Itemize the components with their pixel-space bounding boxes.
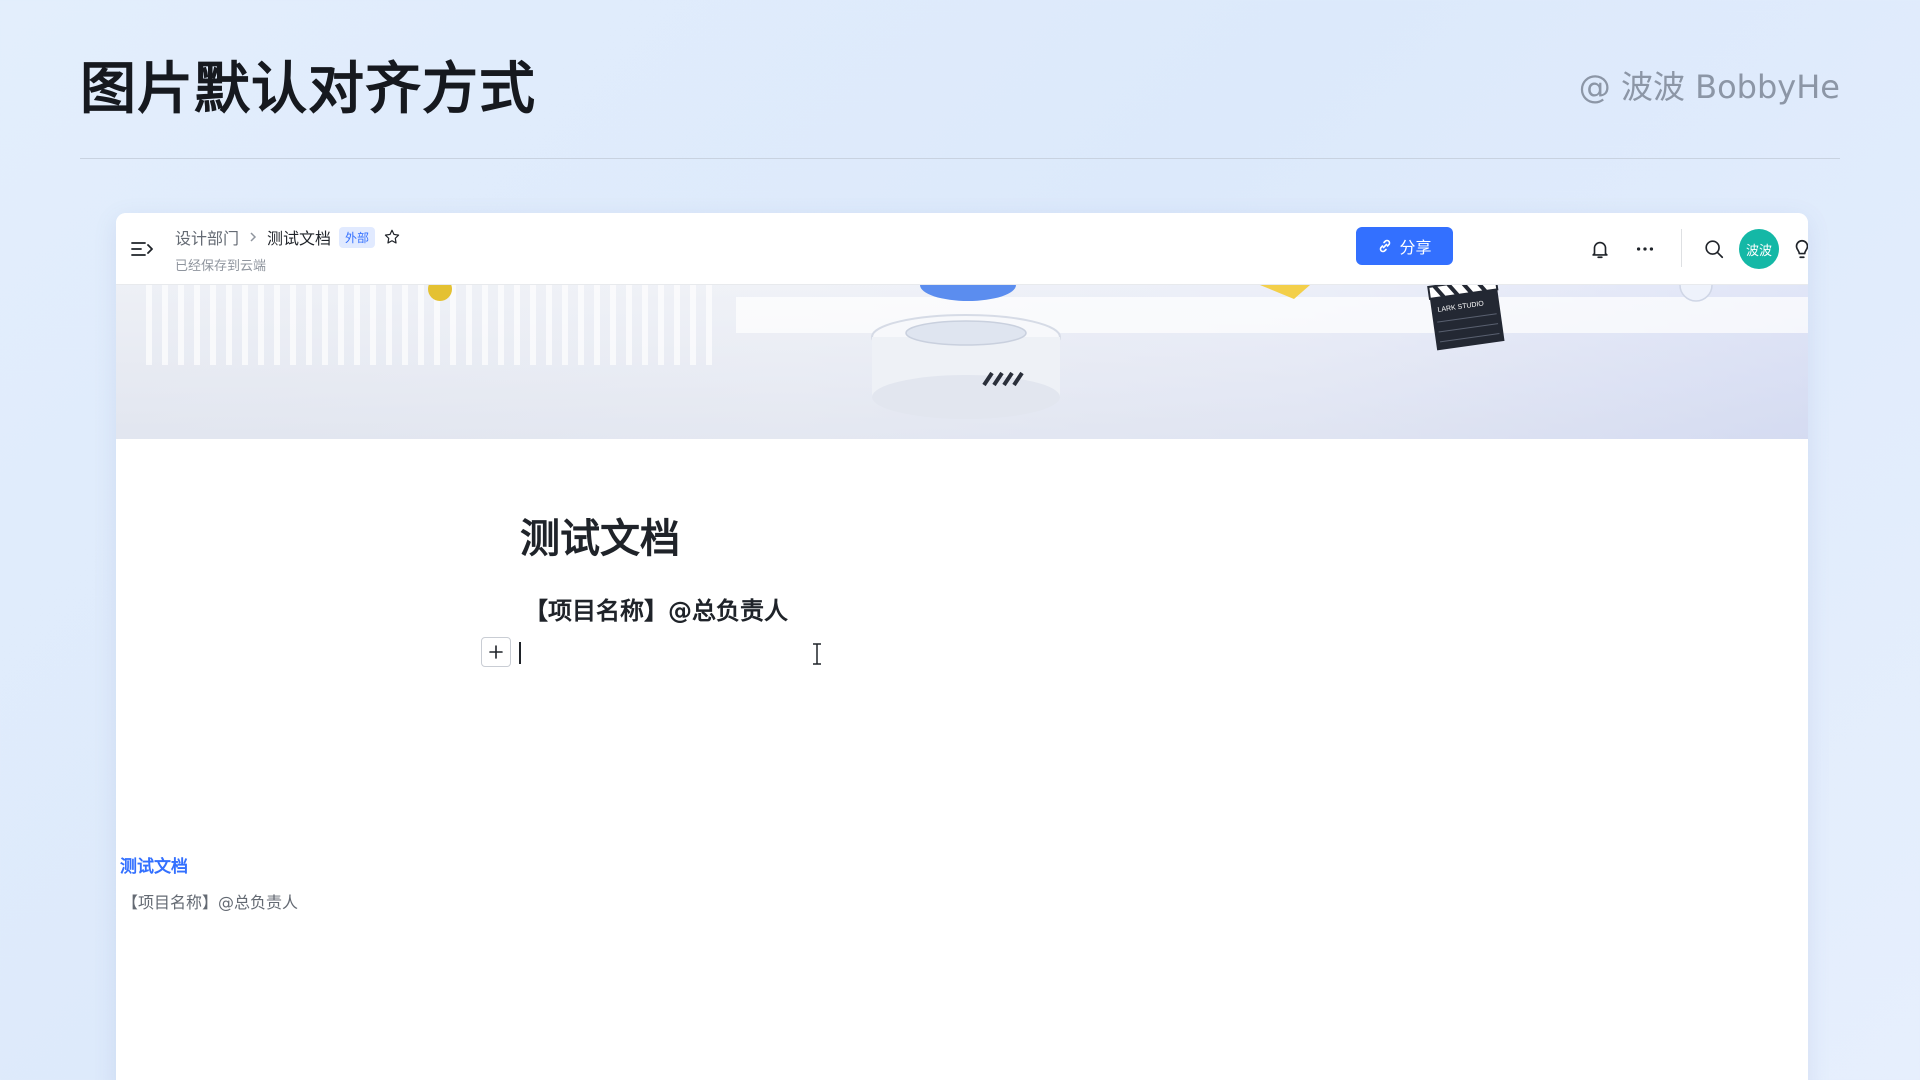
star-icon[interactable] xyxy=(383,228,401,246)
breadcrumb: 设计部门 测试文档 外部 xyxy=(175,225,401,249)
cover-banner: LARK STUDIO xyxy=(116,285,1808,439)
glass-podium xyxy=(871,314,1061,419)
doc-title[interactable]: 测试文档 xyxy=(520,506,680,564)
menu-icon xyxy=(131,242,153,256)
cover-image: LARK STUDIO xyxy=(116,285,1808,439)
preview-title[interactable]: 测试文档 xyxy=(120,852,188,877)
tips-button[interactable] xyxy=(1788,235,1808,263)
avatar[interactable]: 波波 xyxy=(1739,229,1779,269)
text-cursor-icon xyxy=(813,643,821,665)
text-caret xyxy=(519,642,521,664)
slide-divider xyxy=(80,158,1840,159)
breadcrumb-current[interactable]: 测试文档 xyxy=(267,225,331,249)
chevron-right-icon xyxy=(250,232,257,242)
bell-icon xyxy=(1592,241,1608,259)
lightbulb-icon xyxy=(1795,240,1808,259)
link-icon xyxy=(1380,239,1391,253)
clapperboard: LARK STUDIO xyxy=(1427,285,1505,351)
slide-title: 图片默认对齐方式 xyxy=(80,57,536,122)
share-button[interactable]: 分享 xyxy=(1356,227,1453,265)
preview-line: 【项目名称】@总负责人 xyxy=(122,893,299,912)
share-label: 分享 xyxy=(1399,238,1432,257)
slide-credit: @ 波波 BobbyHe xyxy=(1578,68,1840,106)
more-icon xyxy=(1636,247,1654,251)
doc-window: 设计部门 测试文档 外部 已经保存到云端 分享 波波 LARK STUDIO 测… xyxy=(116,213,1808,1080)
add-block-icon xyxy=(489,645,503,659)
add-block-button[interactable] xyxy=(481,637,511,667)
search-button[interactable] xyxy=(1700,235,1728,263)
more-button[interactable] xyxy=(1631,235,1659,263)
breadcrumb-parent[interactable]: 设计部门 xyxy=(175,225,239,249)
save-status: 已经保存到云端 xyxy=(175,259,267,274)
toolbar-divider xyxy=(1681,229,1682,267)
doc-heading-line[interactable]: 【项目名称】@总负责人 xyxy=(524,591,788,626)
menu-button[interactable] xyxy=(128,235,156,263)
search-icon xyxy=(1705,240,1724,259)
top-bar: 设计部门 测试文档 外部 已经保存到云端 分享 波波 xyxy=(116,213,1808,285)
notification-button[interactable] xyxy=(1586,235,1614,263)
external-badge: 外部 xyxy=(339,226,376,248)
